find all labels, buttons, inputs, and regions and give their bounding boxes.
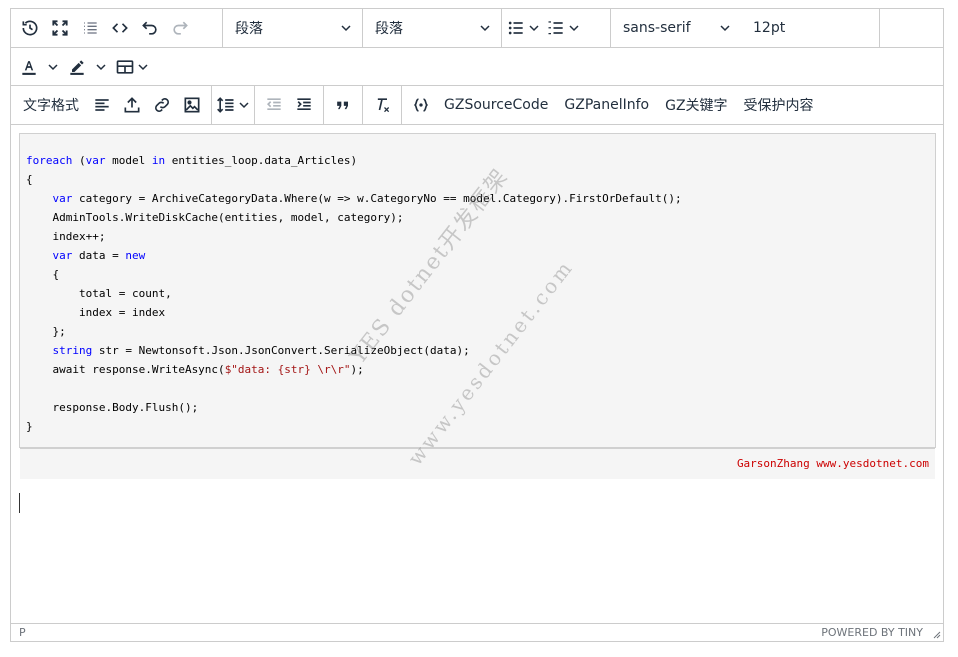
block-format-value: 段落 xyxy=(235,21,263,37)
highlight-icon xyxy=(70,59,84,75)
bullet-list-icon xyxy=(508,21,523,35)
block-format-select[interactable]: 段落 xyxy=(223,9,363,47)
toolbar-group-lists xyxy=(502,9,611,47)
chevron-down-icon xyxy=(48,63,58,70)
signature-text: GarsonZhang www.yesdotnet.com xyxy=(736,457,929,470)
code-line: var category = ArchiveCategoryData.Where… xyxy=(52,192,682,205)
chevron-down-icon xyxy=(569,25,579,32)
code-line: }; xyxy=(26,325,66,338)
code-signature-bar: GarsonZhang www.yesdotnet.com xyxy=(20,448,935,479)
chevron-down-icon xyxy=(720,25,730,32)
code-line: { xyxy=(26,268,60,281)
code-line: index++; xyxy=(26,230,106,243)
numbered-list-icon xyxy=(548,21,563,35)
history-icon[interactable] xyxy=(15,13,45,43)
code-line: foreach (var model in entities_loop.data… xyxy=(26,154,358,167)
toolbar-row-1: 段落 段落 sans-serif 12pt xyxy=(11,9,943,48)
gz-source-code-button[interactable]: GZSourceCode xyxy=(436,90,556,120)
table-icon xyxy=(116,59,134,74)
gz-panel-info-button[interactable]: GZPanelInfo xyxy=(556,90,657,120)
code-line: response.Body.Flush(); xyxy=(26,401,199,414)
toolbar-row-3: 文字格式 GZSourceCode GZPanelInfo GZ关键字 受保护内… xyxy=(11,86,943,125)
gz-keyword-button[interactable]: GZ关键字 xyxy=(657,90,735,120)
chevron-down-icon xyxy=(529,25,539,32)
resize-handle-icon[interactable] xyxy=(931,629,941,639)
table-button[interactable] xyxy=(115,52,149,82)
status-bar: P POWERED BY TINY xyxy=(11,623,943,641)
line-height-button[interactable] xyxy=(216,90,250,120)
font-family-select[interactable]: sans-serif xyxy=(611,9,741,47)
remove-format-icon[interactable] xyxy=(367,90,397,120)
upload-icon[interactable] xyxy=(117,90,147,120)
toolbar-group-history xyxy=(11,9,223,47)
chevron-down-icon xyxy=(239,102,249,109)
redo-icon[interactable] xyxy=(165,13,195,43)
list-outline-icon[interactable] xyxy=(75,13,105,43)
code-line: total = count, xyxy=(26,287,172,300)
toolbar-group-custom: GZSourceCode GZPanelInfo GZ关键字 受保护内容 xyxy=(402,86,826,124)
link-icon[interactable] xyxy=(147,90,177,120)
toolbar-group-clear xyxy=(363,86,402,124)
code-sample-icon[interactable] xyxy=(406,90,436,120)
code-icon[interactable] xyxy=(105,13,135,43)
undo-icon[interactable] xyxy=(135,13,165,43)
fullscreen-icon[interactable] xyxy=(45,13,75,43)
toolbar-group-quote xyxy=(324,86,363,124)
chevron-down-icon xyxy=(480,25,490,32)
text-color-button[interactable] xyxy=(19,52,59,82)
indent-icon[interactable] xyxy=(289,90,319,120)
font-size-select[interactable]: 12pt xyxy=(741,9,880,47)
code-line: var data = new xyxy=(52,249,146,262)
paragraph-value: 段落 xyxy=(375,21,403,37)
code-line: string str = Newtonsoft.Json.JsonConvert… xyxy=(52,344,470,357)
toolbar-row-2 xyxy=(11,48,943,86)
toolbar-group-lineheight xyxy=(212,86,255,124)
code-line: await response.WriteAsync($"data: {str} … xyxy=(26,363,364,376)
code-line: } xyxy=(26,420,33,433)
outdent-icon[interactable] xyxy=(259,90,289,120)
toolbar-group-indent xyxy=(255,86,324,124)
font-size-value: 12pt xyxy=(753,20,786,36)
editor-content-area[interactable]: foreach (var model in entities_loop.data… xyxy=(11,125,943,625)
align-left-icon[interactable] xyxy=(87,90,117,120)
text-caret xyxy=(19,493,20,513)
code-line: AdminTools.WriteDiskCache(entities, mode… xyxy=(26,211,404,224)
blockquote-icon[interactable] xyxy=(328,90,358,120)
chevron-down-icon xyxy=(96,63,106,70)
toolbar-group-format: 文字格式 xyxy=(11,86,212,124)
element-path[interactable]: P xyxy=(19,626,26,639)
highlight-color-button[interactable] xyxy=(67,52,107,82)
code-line: { xyxy=(26,173,33,186)
code-text: foreach (var model in entities_loop.data… xyxy=(26,151,682,436)
numbered-list-button[interactable] xyxy=(546,13,580,43)
image-icon[interactable] xyxy=(177,90,207,120)
paragraph-select[interactable]: 段落 xyxy=(363,9,502,47)
code-block[interactable]: foreach (var model in entities_loop.data… xyxy=(19,133,936,479)
chevron-down-icon xyxy=(341,25,351,32)
powered-by-link[interactable]: POWERED BY TINY xyxy=(821,626,923,639)
chevron-down-icon xyxy=(138,63,148,70)
text-color-icon xyxy=(22,60,36,75)
rich-text-editor: 段落 段落 sans-serif 12pt 文字格式 GZSourceCode … xyxy=(10,8,944,642)
bullet-list-button[interactable] xyxy=(506,13,540,43)
line-height-icon xyxy=(217,97,234,113)
code-line: index = index xyxy=(26,306,166,319)
font-family-value: sans-serif xyxy=(623,20,691,36)
protected-content-button[interactable]: 受保护内容 xyxy=(736,90,822,120)
toolbar-group-colors xyxy=(11,48,153,85)
text-format-button[interactable]: 文字格式 xyxy=(15,90,87,120)
